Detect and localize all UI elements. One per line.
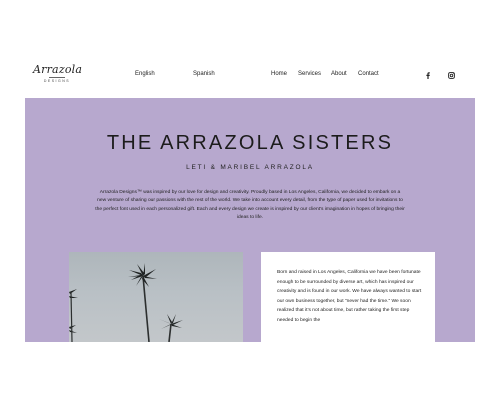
about-card: Born and raised in Los Angeles, Californ… [261,252,435,342]
palm-trees-photo [69,252,243,342]
logo-divider [49,77,65,78]
logo-script: Arrazola [33,63,83,76]
brand-logo[interactable]: Arrazola DESIGNS [33,63,83,84]
hero-subtitle: LETI & MARIBEL ARRAZOLA [186,164,314,171]
nav-about-link[interactable]: About [331,71,347,77]
hero-section: THE ARRAZOLA SISTERS LETI & MARIBEL ARRA… [25,98,475,342]
site-header: Arrazola DESIGNS English Spanish Home Se… [0,0,500,98]
language-spanish-link[interactable]: Spanish [193,71,215,77]
page-bottom-area [0,342,500,400]
facebook-icon[interactable] [424,71,432,79]
instagram-icon[interactable] [447,71,455,79]
nav-contact-link[interactable]: Contact [358,71,379,77]
language-english-link[interactable]: English [135,71,155,77]
hero-title: THE ARRAZOLA SISTERS [106,132,394,154]
nav-home-link[interactable]: Home [271,71,287,77]
nav-services-link[interactable]: Services [298,71,321,77]
logo-subtitle: DESIGNS [43,79,71,83]
hero-description: Arrazola Designs™ was inspired by our lo… [95,190,405,220]
about-card-text: Born and raised in Los Angeles, Californ… [277,270,422,323]
